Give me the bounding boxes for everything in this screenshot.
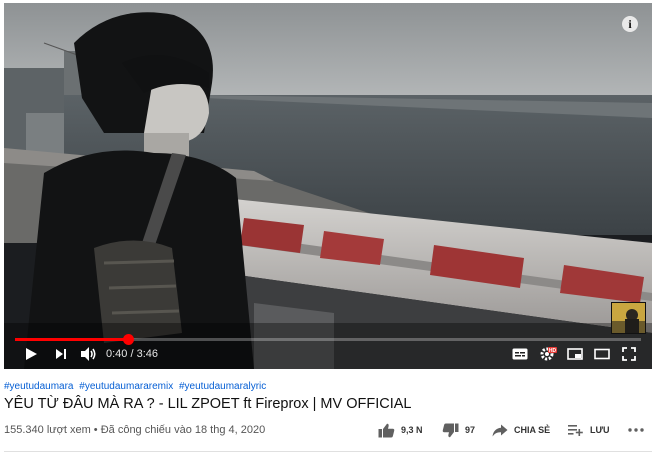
miniplayer-icon <box>567 348 583 360</box>
more-horizontal-icon <box>628 428 644 432</box>
current-time: 0:40 <box>106 348 128 360</box>
playlist-add-icon <box>568 424 583 436</box>
end-screen-thumbnail[interactable] <box>611 302 646 334</box>
share-button[interactable]: CHIA SẺ <box>492 418 550 442</box>
dislike-count: 97 <box>465 425 476 435</box>
settings-button[interactable]: HD <box>537 344 559 364</box>
time-display: 0:40 / 3:46 <box>106 348 158 360</box>
theater-mode-button[interactable] <box>591 344 613 364</box>
thumbs-down-icon <box>442 423 459 437</box>
play-icon <box>26 348 37 360</box>
video-frame <box>4 3 652 369</box>
subtitles-button[interactable] <box>509 344 531 364</box>
video-meta: 155.340 lượt xem • Đã công chiếu vào 18 … <box>4 424 265 436</box>
hd-badge: HD <box>549 348 557 354</box>
play-button[interactable] <box>20 344 42 364</box>
view-count: 155.340 lượt xem <box>4 424 91 436</box>
section-divider <box>4 451 652 452</box>
meta-separator: • <box>90 424 101 436</box>
dislike-button[interactable]: 97 <box>442 418 475 442</box>
hashtag-list: #yeutudaumara #yeutudaumararemix #yeutud… <box>4 381 269 392</box>
gear-icon: HD <box>540 347 557 361</box>
save-button[interactable]: LƯU <box>568 418 609 442</box>
info-icon[interactable]: i <box>622 16 638 32</box>
premiere-date: Đã công chiếu vào 18 thg 4, 2020 <box>100 424 266 436</box>
miniplayer-button[interactable] <box>564 344 586 364</box>
next-button[interactable] <box>50 344 72 364</box>
hashtag-link[interactable]: #yeutudaumara <box>4 381 74 392</box>
time-separator: / <box>127 348 137 360</box>
fullscreen-icon <box>622 347 636 361</box>
theater-mode-icon <box>594 348 610 360</box>
volume-button[interactable] <box>78 344 100 364</box>
duration: 3:46 <box>136 348 159 360</box>
skip-next-icon <box>56 349 66 359</box>
video-title: YÊU TỪ ĐÂU MÀ RA ? - LIL ZPOET ft Firepr… <box>4 396 412 412</box>
volume-icon <box>81 347 96 361</box>
share-icon <box>492 424 508 436</box>
share-label: CHIA SẺ <box>514 425 551 435</box>
like-button[interactable]: 9,3 N <box>378 418 423 442</box>
player-controls: 0:40 / 3:46 HD <box>4 339 652 369</box>
hashtag-link[interactable]: #yeutudaumararemix <box>79 381 173 392</box>
hashtag-link[interactable]: #yeutudaumaralyric <box>179 381 266 392</box>
subtitles-icon <box>512 348 528 360</box>
more-actions-button[interactable] <box>628 418 644 442</box>
fullscreen-button[interactable] <box>618 344 640 364</box>
like-count: 9,3 N <box>401 425 423 435</box>
save-label: LƯU <box>590 425 610 435</box>
thumbs-up-icon <box>378 423 395 437</box>
video-player[interactable]: i 0:40 / 3:46 HD <box>4 3 652 369</box>
